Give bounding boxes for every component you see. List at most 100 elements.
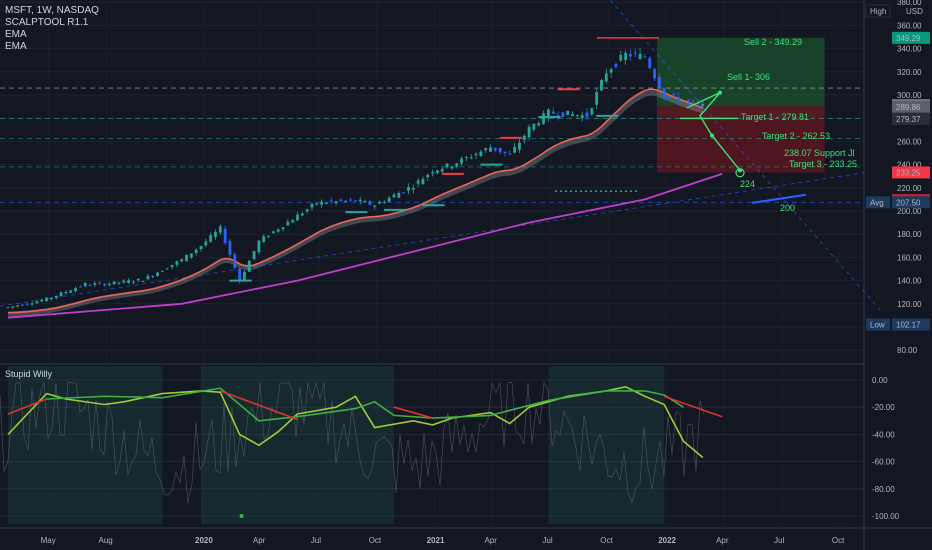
candle-body [349, 199, 352, 201]
indicator-ema-1[interactable]: EMA [5, 29, 99, 41]
candle-body [136, 278, 140, 281]
time-tick-label[interactable]: May [41, 536, 56, 545]
candle-body [107, 283, 111, 285]
candle-body [407, 187, 410, 191]
candle-body [156, 272, 159, 277]
price-badge-value: 207.50 [896, 198, 921, 207]
candle-body [93, 283, 97, 285]
candle-body [122, 280, 126, 283]
support-label: 238.07 Support Jl [784, 148, 855, 158]
time-tick-label[interactable]: Oct [369, 536, 382, 545]
time-tick-label[interactable]: Jul [311, 536, 321, 545]
price-tick-label: 340.00 [897, 45, 922, 54]
candle-body [45, 297, 48, 302]
candle-body [619, 55, 623, 61]
candle-body [74, 288, 77, 292]
candle-body [271, 231, 275, 234]
candle-body [329, 200, 333, 202]
candle-body [600, 79, 603, 91]
high-tag-text: High [870, 7, 886, 16]
time-tick-label[interactable]: Apr [716, 536, 729, 545]
price-tick-label: 120.00 [897, 300, 922, 309]
candle-body [83, 283, 87, 287]
candle-body [363, 201, 367, 203]
candle-body [344, 200, 348, 202]
price-tick-label: 220.00 [897, 184, 922, 193]
candle-body [16, 305, 20, 307]
candle-body [40, 300, 44, 302]
candle-body [614, 64, 618, 67]
candle-body [638, 53, 642, 60]
candle-body [247, 260, 251, 272]
candle-body [305, 209, 309, 212]
candle-body [503, 151, 507, 154]
indicator-ema-2[interactable]: EMA [5, 41, 99, 53]
candle-body [252, 250, 256, 260]
candle-body [358, 199, 362, 202]
candle-body [440, 168, 444, 172]
candle-body [223, 228, 227, 244]
candle-body [276, 229, 280, 232]
time-tick-label[interactable]: 2021 [427, 536, 445, 545]
time-tick-label[interactable]: 2020 [195, 536, 213, 545]
candle-body [146, 275, 150, 280]
candle-body [464, 157, 468, 159]
time-tick-label[interactable]: Jul [542, 536, 552, 545]
time-tick-label[interactable]: Aug [99, 536, 113, 545]
candle-body [175, 261, 179, 265]
candle-body [151, 276, 155, 278]
candle-body [643, 56, 647, 58]
time-tick-label[interactable]: Apr [485, 536, 498, 545]
candle-body [262, 236, 266, 242]
oscillator-zones [8, 366, 665, 524]
candle-body [161, 270, 164, 272]
candle-body [334, 201, 338, 204]
candle-body [402, 192, 406, 194]
ma224-label: 224 [740, 179, 755, 189]
chart-canvas[interactable]: 380.00360.00340.00320.00300.00280.00260.… [0, 0, 932, 550]
candle-body [542, 113, 545, 124]
target1-label: Target 1 - 279.81 [741, 112, 809, 122]
candle-body [522, 135, 526, 140]
candle-body [141, 280, 145, 282]
time-tick-label[interactable]: Jul [774, 536, 784, 545]
candle-body [701, 104, 705, 106]
osc-tick-label: -20.00 [872, 403, 895, 412]
symbol-legend: MSFT, 1W, NASDAQ SCALPTOOL R1.1 EMA EMA [5, 5, 99, 53]
time-tick-label[interactable]: Apr [253, 536, 266, 545]
price-badge: 233.25 [892, 166, 930, 179]
candle-body [629, 53, 632, 57]
sell2-label: Sell 2 - 349.29 [744, 37, 802, 47]
price-tick-label: 200.00 [897, 207, 922, 216]
price-tick-label: 160.00 [897, 253, 922, 262]
candle-body [682, 100, 685, 102]
time-tick-label[interactable]: Oct [832, 536, 845, 545]
price-badge-value: 349.29 [896, 34, 921, 43]
candle-body [117, 282, 121, 284]
ma200-label: 200 [780, 203, 795, 213]
symbol-title[interactable]: MSFT, 1W, NASDAQ [5, 5, 99, 17]
price-tick-label: 180.00 [897, 230, 922, 239]
candle-body [88, 284, 92, 286]
price-badge-value: 233.25 [896, 168, 921, 177]
candle-body [566, 110, 570, 116]
osc-tick-label: 0.00 [872, 376, 888, 385]
candle-body [677, 96, 681, 102]
candle-body [532, 123, 536, 130]
candle-body [35, 301, 39, 304]
oscillator-title[interactable]: Stupid Willy [5, 369, 52, 379]
candle-body [691, 100, 695, 102]
candle-body [98, 282, 102, 284]
candle-body [590, 108, 594, 115]
price-tick-label: 300.00 [897, 91, 922, 100]
indicator-scalptool[interactable]: SCALPTOOL R1.1 [5, 17, 99, 29]
time-tick-label[interactable]: Oct [600, 536, 613, 545]
candle-body [653, 68, 656, 79]
candle-body [6, 307, 10, 309]
price-badge-value: 102.17 [896, 320, 921, 329]
time-tick-label[interactable]: 2022 [658, 536, 676, 545]
candle-body [281, 227, 285, 230]
candle-body [484, 148, 488, 150]
candle-body [300, 213, 304, 216]
candle-body [561, 112, 565, 117]
